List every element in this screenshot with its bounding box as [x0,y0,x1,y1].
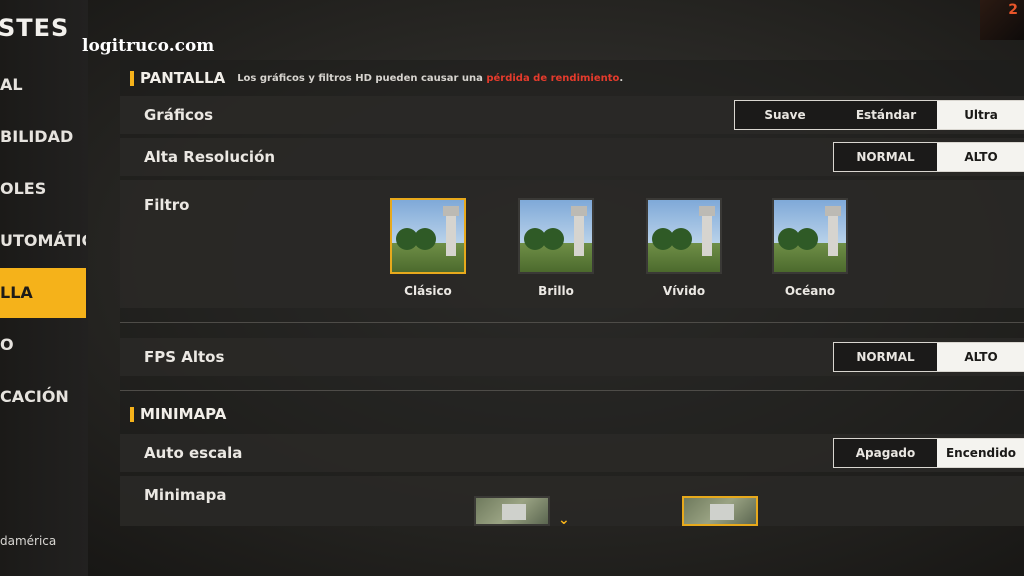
sidebar-item-controles[interactable]: OLES [0,164,86,214]
alta-resolucion-selector: NORMAL ALTO [833,142,1024,172]
settings-panel: PANTALLA Los gráficos y filtros HD puede… [120,60,1024,526]
sidebar-item-notificacion[interactable]: CACIÓN [0,372,86,422]
sidebar-item-automatica[interactable]: UTOMÁTICA [0,216,86,266]
filter-brillo-label: Brillo [538,284,574,298]
filtro-row: Filtro Clásico Brillo Vívido Océano [120,180,1024,308]
graficos-option-estandar[interactable]: Estándar [835,101,937,129]
graficos-selector: Suave Estándar Ultra [734,100,1024,130]
fps-altos-label: FPS Altos [144,348,225,366]
alta-resolucion-option-alto[interactable]: ALTO [937,143,1024,171]
graficos-row: Gráficos Suave Estándar Ultra [120,96,1024,134]
note-suffix: . [619,72,624,84]
graficos-label: Gráficos [144,106,214,124]
minimapa-label: Minimapa [144,486,227,504]
pantalla-title: PANTALLA [140,69,226,87]
watermark-logo: logitruco.com [82,36,215,56]
filter-oceano-label: Océano [784,284,836,298]
minimap-option-thumbnail[interactable] [474,496,550,526]
filter-vivido-thumbnail[interactable] [646,198,722,274]
filter-clasico-label: Clásico [404,284,452,298]
filtro-label: Filtro [144,196,190,214]
filter-vivido-label: Vívido [662,284,706,298]
auto-escala-row: Auto escala Apagado Encendido [120,434,1024,472]
minimapa-row: Minimapa [120,476,1024,526]
settings-sidebar: STES AL BILIDAD OLES UTOMÁTICA LLA O CAC… [0,0,88,576]
section-accent-bar [130,70,134,86]
fps-altos-option-alto[interactable]: ALTO [937,343,1024,371]
fps-altos-selector: NORMAL ALTO [833,342,1024,372]
pantalla-section-header: PANTALLA Los gráficos y filtros HD puede… [130,66,623,90]
filter-brillo-thumbnail[interactable] [518,198,594,274]
filter-clasico-thumbnail[interactable] [390,198,466,274]
sidebar-item-general[interactable]: AL [0,60,86,110]
note-warning: pérdida de rendimiento [486,72,620,84]
fps-altos-option-normal[interactable]: NORMAL [834,343,937,371]
section-accent-bar [130,406,134,422]
note-prefix: Los gráficos y filtros HD pueden causar … [237,72,487,84]
corner-badge-text: 2 [1008,2,1018,18]
auto-escala-label: Auto escala [144,444,243,462]
sidebar-item-pantalla[interactable]: LLA [0,268,86,318]
top-corner-badge: 2 [980,0,1024,40]
chevron-down-icon[interactable]: ⌄ [558,512,570,526]
graficos-option-suave[interactable]: Suave [735,101,835,129]
sidebar-item-sensibilidad[interactable]: BILIDAD [0,112,86,162]
section-divider [120,322,1024,323]
minimap-option-thumbnail-selected[interactable] [682,496,758,526]
auto-escala-option-encendido[interactable]: Encendido [937,439,1024,467]
graficos-option-ultra[interactable]: Ultra [937,101,1024,129]
minimapa-title: MINIMAPA [140,405,227,423]
minimapa-section-header: MINIMAPA [130,402,226,426]
auto-escala-selector: Apagado Encendido [833,438,1024,468]
pantalla-note: Los gráficos y filtros HD pueden causar … [237,73,623,84]
sidebar-title: STES [0,14,70,42]
fps-altos-row: FPS Altos NORMAL ALTO [120,338,1024,376]
server-region: damérica [0,534,57,548]
alta-resolucion-row: Alta Resolución NORMAL ALTO [120,138,1024,176]
alta-resolucion-option-normal[interactable]: NORMAL [834,143,937,171]
auto-escala-option-apagado[interactable]: Apagado [834,439,937,467]
alta-resolucion-label: Alta Resolución [144,148,276,166]
sidebar-item-sonido[interactable]: O [0,320,86,370]
section-divider [120,390,1024,391]
filter-oceano-thumbnail[interactable] [772,198,848,274]
